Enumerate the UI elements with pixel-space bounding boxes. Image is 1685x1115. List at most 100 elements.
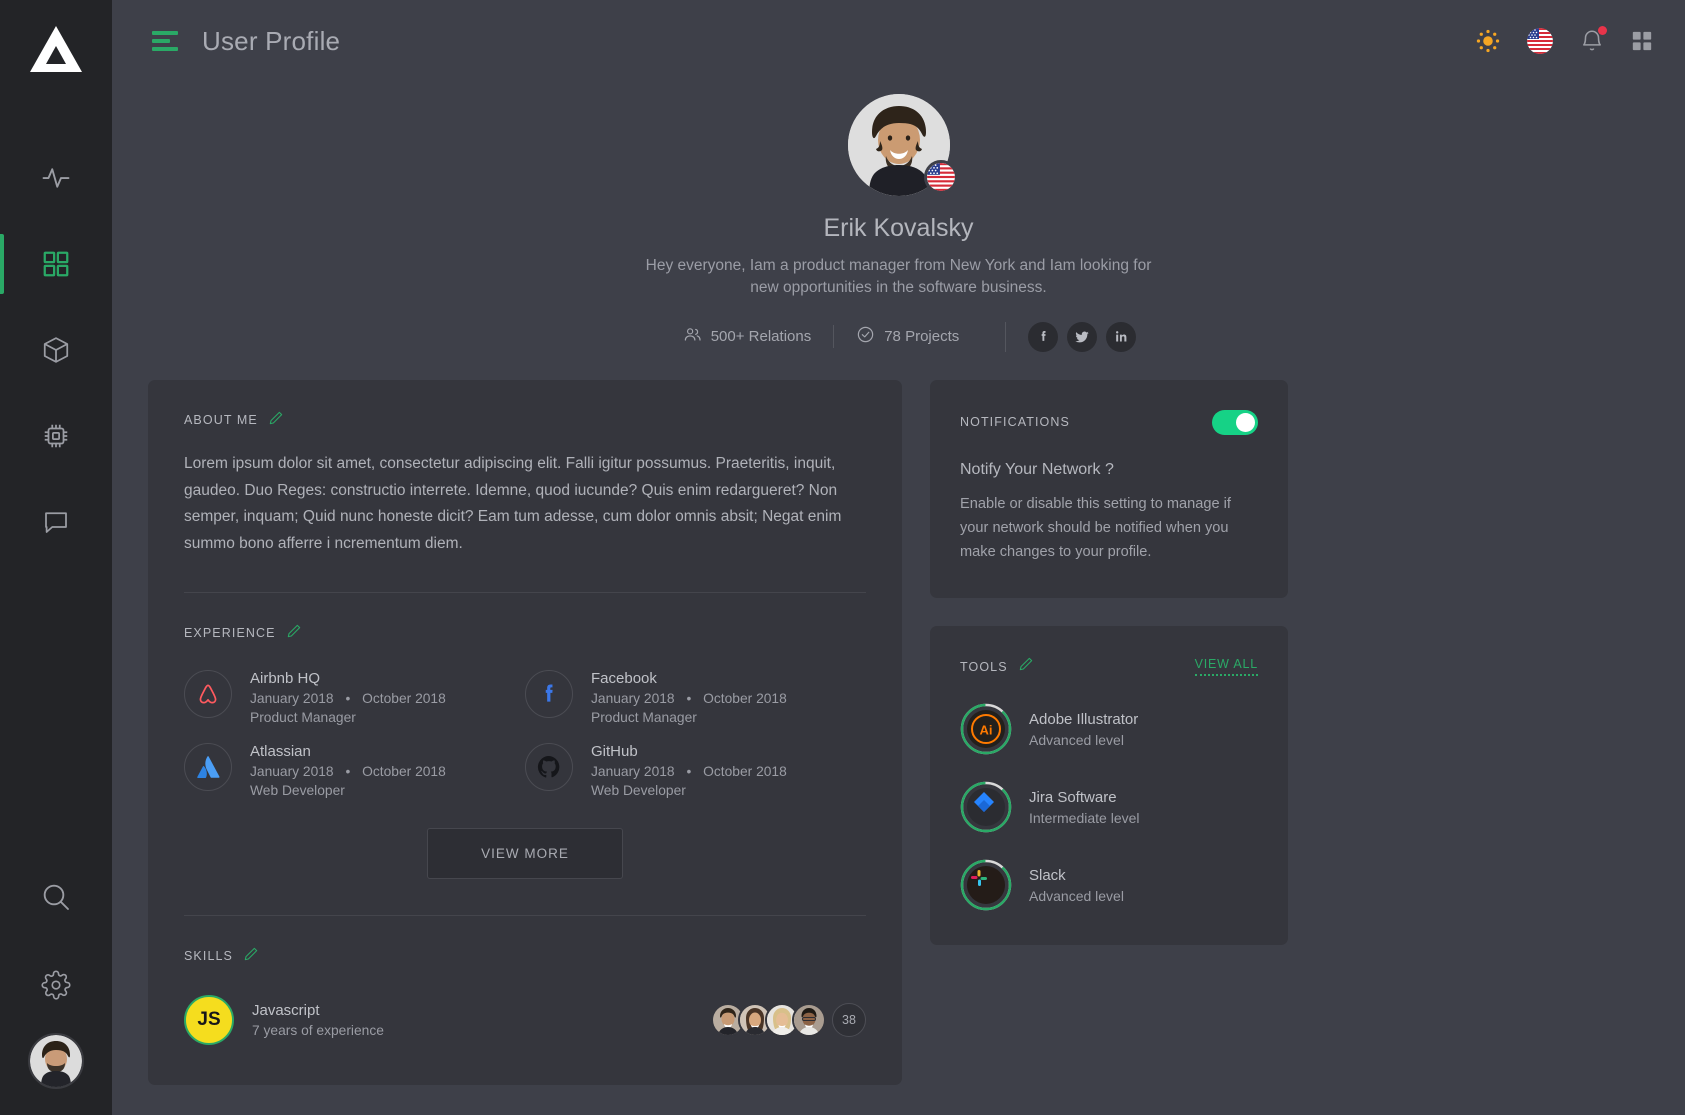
tool-info: Slack Advanced level bbox=[1029, 867, 1124, 904]
experience-start: January 2018 bbox=[250, 763, 334, 779]
experience-header: EXPERIENCE bbox=[184, 623, 866, 644]
pencil-icon[interactable] bbox=[268, 410, 284, 431]
skill-item[interactable]: JS Javascript 7 years of experience 38 bbox=[184, 994, 866, 1045]
tool-item[interactable]: Jira Software Intermediate level bbox=[960, 781, 1258, 833]
bell-icon[interactable] bbox=[1579, 26, 1607, 54]
social-links bbox=[1005, 321, 1137, 352]
gear-icon bbox=[41, 970, 71, 1000]
notifications-header: NOTIFICATIONS bbox=[960, 409, 1258, 435]
search-icon bbox=[40, 881, 72, 913]
sidebar bbox=[0, 0, 112, 1115]
atlassian-icon bbox=[184, 742, 232, 791]
profile-details-card: ABOUT ME Lorem ipsum dolor sit amet, con… bbox=[148, 379, 902, 1085]
tool-level: Advanced level bbox=[1029, 731, 1124, 748]
about-header: ABOUT ME bbox=[184, 410, 866, 431]
pencil-icon[interactable] bbox=[243, 946, 259, 967]
airbnb-icon bbox=[184, 669, 232, 718]
hamburger-icon[interactable] bbox=[152, 31, 178, 51]
divider bbox=[184, 591, 866, 593]
stat-relations-label: 500+ Relations bbox=[710, 328, 812, 346]
divider bbox=[184, 914, 866, 916]
tool-name: Slack bbox=[1029, 866, 1066, 884]
experience-end: October 2018 bbox=[362, 763, 446, 779]
pencil-icon[interactable] bbox=[1018, 656, 1034, 677]
bullet-separator: • bbox=[686, 690, 692, 706]
sun-icon[interactable] bbox=[1475, 28, 1501, 54]
experience-item[interactable]: Atlassian January 2018 • October 2018 We… bbox=[184, 742, 525, 798]
main-area: User Profile Erik Kovalsky Hey everyone,… bbox=[112, 0, 1685, 1115]
experience-item[interactable]: Airbnb HQ January 2018 • October 2018 Pr… bbox=[184, 669, 525, 725]
view-more-button[interactable]: VIEW MORE bbox=[427, 827, 623, 879]
skill-info: Javascript 7 years of experience bbox=[252, 1002, 384, 1038]
experience-role: Product Manager bbox=[591, 709, 697, 725]
person-4[interactable] bbox=[792, 1002, 826, 1037]
view-more-wrapper: VIEW MORE bbox=[184, 827, 866, 879]
tool-info: Jira Software Intermediate level bbox=[1029, 789, 1140, 826]
stat-projects[interactable]: 78 Projects bbox=[833, 325, 981, 349]
experience-item-info: Atlassian January 2018 • October 2018 We… bbox=[250, 743, 446, 798]
topbar-actions bbox=[1475, 26, 1653, 54]
profile-bio: Hey everyone, Iam a product manager from… bbox=[645, 257, 1152, 297]
experience-role: Web Developer bbox=[591, 782, 686, 798]
sidebar-item-messages[interactable] bbox=[0, 479, 112, 565]
about-text: Lorem ipsum dolor sit amet, consectetur … bbox=[184, 454, 842, 552]
grid-apps-icon[interactable] bbox=[1631, 30, 1653, 52]
bullet-separator: • bbox=[345, 763, 351, 779]
experience-dates: January 2018 • October 2018 bbox=[591, 691, 787, 706]
experience-company: Airbnb HQ bbox=[250, 669, 321, 687]
experience-list: Airbnb HQ January 2018 • October 2018 Pr… bbox=[184, 669, 866, 798]
twitter-icon[interactable] bbox=[1067, 321, 1098, 352]
experience-start: January 2018 bbox=[591, 763, 675, 779]
notifications-toggle[interactable] bbox=[1212, 409, 1258, 435]
avatar[interactable] bbox=[28, 1033, 84, 1089]
experience-item[interactable]: GitHub January 2018 • October 2018 Web D… bbox=[525, 742, 866, 798]
people-icon bbox=[683, 325, 702, 348]
content-grid: ABOUT ME Lorem ipsum dolor sit amet, con… bbox=[112, 352, 1685, 1085]
pencil-icon[interactable] bbox=[286, 623, 302, 644]
tool-level: Advanced level bbox=[1029, 887, 1124, 904]
tool-progress-ring bbox=[960, 781, 1012, 833]
skill-endorsers-count[interactable]: 38 bbox=[832, 1002, 866, 1037]
notifications-question: Notify Your Network ? bbox=[960, 460, 1114, 478]
notifications-description: Enable or disable this setting to manage… bbox=[960, 495, 1231, 561]
tool-level: Intermediate level bbox=[1029, 809, 1140, 826]
triangle-logo[interactable] bbox=[28, 24, 84, 81]
sidebar-item-dashboard[interactable] bbox=[0, 221, 112, 307]
sidebar-item-hardware[interactable] bbox=[0, 393, 112, 479]
experience-dates: January 2018 • October 2018 bbox=[591, 764, 787, 779]
experience-end: October 2018 bbox=[703, 690, 787, 706]
experience-item[interactable]: Facebook January 2018 • October 2018 Pro… bbox=[525, 669, 866, 725]
tool-item[interactable]: Slack Advanced level bbox=[960, 859, 1258, 911]
facebook-icon[interactable] bbox=[1028, 321, 1059, 352]
chip-icon bbox=[41, 421, 71, 451]
toggle-knob bbox=[1236, 412, 1255, 432]
page-title: User Profile bbox=[202, 25, 341, 56]
sidebar-bottom bbox=[0, 853, 112, 1115]
view-all-link[interactable]: VIEW ALL bbox=[1194, 657, 1258, 677]
experience-item-info: GitHub January 2018 • October 2018 Web D… bbox=[591, 743, 787, 798]
experience-role: Product Manager bbox=[250, 709, 356, 725]
sidebar-item-settings[interactable] bbox=[0, 941, 112, 1029]
stat-relations[interactable]: 500+ Relations bbox=[661, 325, 834, 348]
sidebar-item-packages[interactable] bbox=[0, 307, 112, 393]
chat-icon bbox=[41, 507, 71, 537]
experience-item-info: Airbnb HQ January 2018 • October 2018 Pr… bbox=[250, 670, 446, 725]
us-flag-icon[interactable] bbox=[1527, 28, 1553, 54]
tool-item[interactable]: Ai Adobe Illustrator Advanced level bbox=[960, 703, 1258, 755]
svg-text:Ai: Ai bbox=[980, 723, 993, 738]
experience-company: GitHub bbox=[591, 742, 638, 760]
tool-progress-ring: Ai bbox=[960, 703, 1012, 755]
facebook-icon bbox=[525, 669, 573, 718]
sidebar-item-activity[interactable] bbox=[0, 135, 112, 221]
tool-info: Adobe Illustrator Advanced level bbox=[1029, 711, 1138, 748]
skill-endorsers: 38 bbox=[711, 1002, 866, 1037]
javascript-icon: JS bbox=[184, 994, 234, 1045]
cube-icon bbox=[41, 335, 71, 365]
bullet-separator: • bbox=[345, 690, 351, 706]
linkedin-icon[interactable] bbox=[1106, 321, 1137, 352]
adobe-illustrator-icon: Ai bbox=[967, 710, 1005, 749]
stat-projects-label: 78 Projects bbox=[884, 328, 960, 346]
experience-title: EXPERIENCE bbox=[184, 626, 276, 641]
sidebar-item-search[interactable] bbox=[0, 853, 112, 941]
app-root: User Profile Erik Kovalsky Hey everyone,… bbox=[0, 0, 1685, 1115]
